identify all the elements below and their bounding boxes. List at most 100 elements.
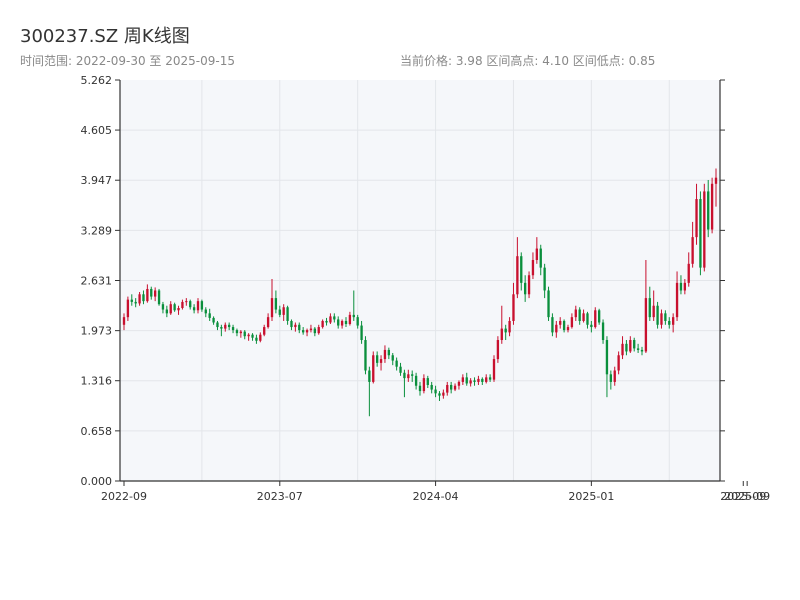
- candle-body: [270, 298, 274, 318]
- candle-body: [360, 325, 363, 341]
- candle-body: [625, 343, 628, 352]
- candle-body: [683, 282, 687, 291]
- candle-body: [500, 328, 503, 341]
- candle-body: [523, 282, 527, 295]
- candle-body: [153, 290, 157, 297]
- candle-body: [446, 384, 449, 393]
- candle-body: [457, 381, 461, 386]
- candle-body: [473, 380, 476, 382]
- candle: [547, 286, 550, 321]
- candle-body: [387, 349, 391, 356]
- candle-body: [605, 340, 609, 375]
- candle-body: [426, 378, 429, 385]
- candle-body: [356, 317, 359, 326]
- candle-body: [594, 310, 597, 328]
- candle-body: [146, 288, 149, 302]
- x-tick-label: 2025-09: [724, 490, 770, 503]
- candle: [699, 191, 702, 276]
- candle-body: [609, 374, 613, 382]
- candle-body: [531, 260, 535, 276]
- candle-body: [449, 384, 453, 390]
- candle-body: [418, 385, 422, 392]
- candle: [703, 183, 706, 272]
- candle-body: [504, 328, 507, 333]
- y-tick-label: 3.289: [81, 224, 113, 237]
- candle-body: [337, 319, 340, 326]
- candle-body: [368, 370, 371, 382]
- candle-body: [204, 309, 207, 314]
- candle-body: [586, 313, 589, 325]
- candle-body: [286, 307, 289, 321]
- candle-body: [344, 320, 348, 325]
- candle-body: [208, 313, 211, 318]
- y-tick-label: 5.262: [81, 74, 113, 87]
- candle-body: [613, 370, 616, 382]
- y-tick-label: 1.973: [81, 325, 113, 338]
- candle-body: [309, 328, 313, 331]
- candle-body: [263, 327, 266, 335]
- candle: [372, 351, 375, 384]
- candle-body: [675, 282, 679, 318]
- candle-body: [243, 331, 246, 337]
- candle-body: [161, 304, 165, 310]
- candle-body: [621, 343, 624, 356]
- candle-body: [652, 305, 655, 318]
- candle-body: [235, 330, 239, 334]
- candle-body: [239, 331, 243, 334]
- candle-body: [259, 334, 262, 341]
- candle-body: [644, 298, 648, 352]
- candle-body: [231, 327, 235, 331]
- candle-body: [714, 177, 718, 184]
- candle-body: [216, 322, 219, 328]
- candle-body: [247, 334, 250, 337]
- candle-body: [633, 340, 636, 349]
- candle-body: [710, 183, 714, 230]
- candle-body: [496, 340, 500, 360]
- candle-body: [212, 317, 215, 323]
- y-tick-label: 3.947: [81, 174, 113, 187]
- x-tick-label: 2022-09: [101, 490, 147, 503]
- candle-body: [255, 337, 258, 341]
- y-tick-label: 2.631: [81, 275, 113, 288]
- candle-body: [668, 320, 671, 325]
- x-tick-label: 2023-07: [257, 490, 303, 503]
- candle-body: [527, 275, 531, 295]
- y-tick-label: 0.658: [81, 425, 113, 438]
- candle-body: [648, 298, 651, 318]
- candle-body: [395, 360, 398, 367]
- candle-body: [438, 393, 441, 396]
- candle-body: [177, 308, 180, 311]
- candle-body: [551, 317, 554, 333]
- candle-body: [375, 355, 379, 363]
- candle: [710, 177, 714, 234]
- y-tick-label: 1.316: [81, 375, 113, 388]
- candle-body: [142, 294, 145, 302]
- candle-body: [138, 294, 141, 304]
- candle-body: [321, 320, 324, 328]
- candle-body: [512, 294, 515, 321]
- candle-body: [555, 324, 558, 333]
- candle-body: [617, 355, 620, 371]
- candle-body: [169, 304, 172, 314]
- candle-body: [453, 385, 457, 390]
- candle-body: [278, 309, 281, 315]
- candle: [157, 288, 161, 306]
- candle-body: [574, 309, 577, 318]
- y-tick-label: 0.000: [81, 475, 113, 488]
- candle-body: [294, 324, 297, 328]
- candle-body: [364, 340, 367, 371]
- candle-body: [687, 263, 690, 283]
- x-tick-label: 2024-04: [413, 490, 459, 503]
- candle-body: [434, 389, 437, 394]
- candle-body: [200, 301, 204, 310]
- candle-body: [189, 301, 192, 308]
- candle-body: [348, 314, 352, 325]
- candle-body: [181, 301, 184, 309]
- candle-body: [157, 290, 161, 305]
- candle-body: [274, 298, 278, 310]
- candle: [364, 336, 367, 375]
- candle-body: [629, 340, 632, 352]
- candle-body: [636, 348, 640, 350]
- candle-body: [679, 282, 683, 291]
- candle-body: [640, 349, 644, 352]
